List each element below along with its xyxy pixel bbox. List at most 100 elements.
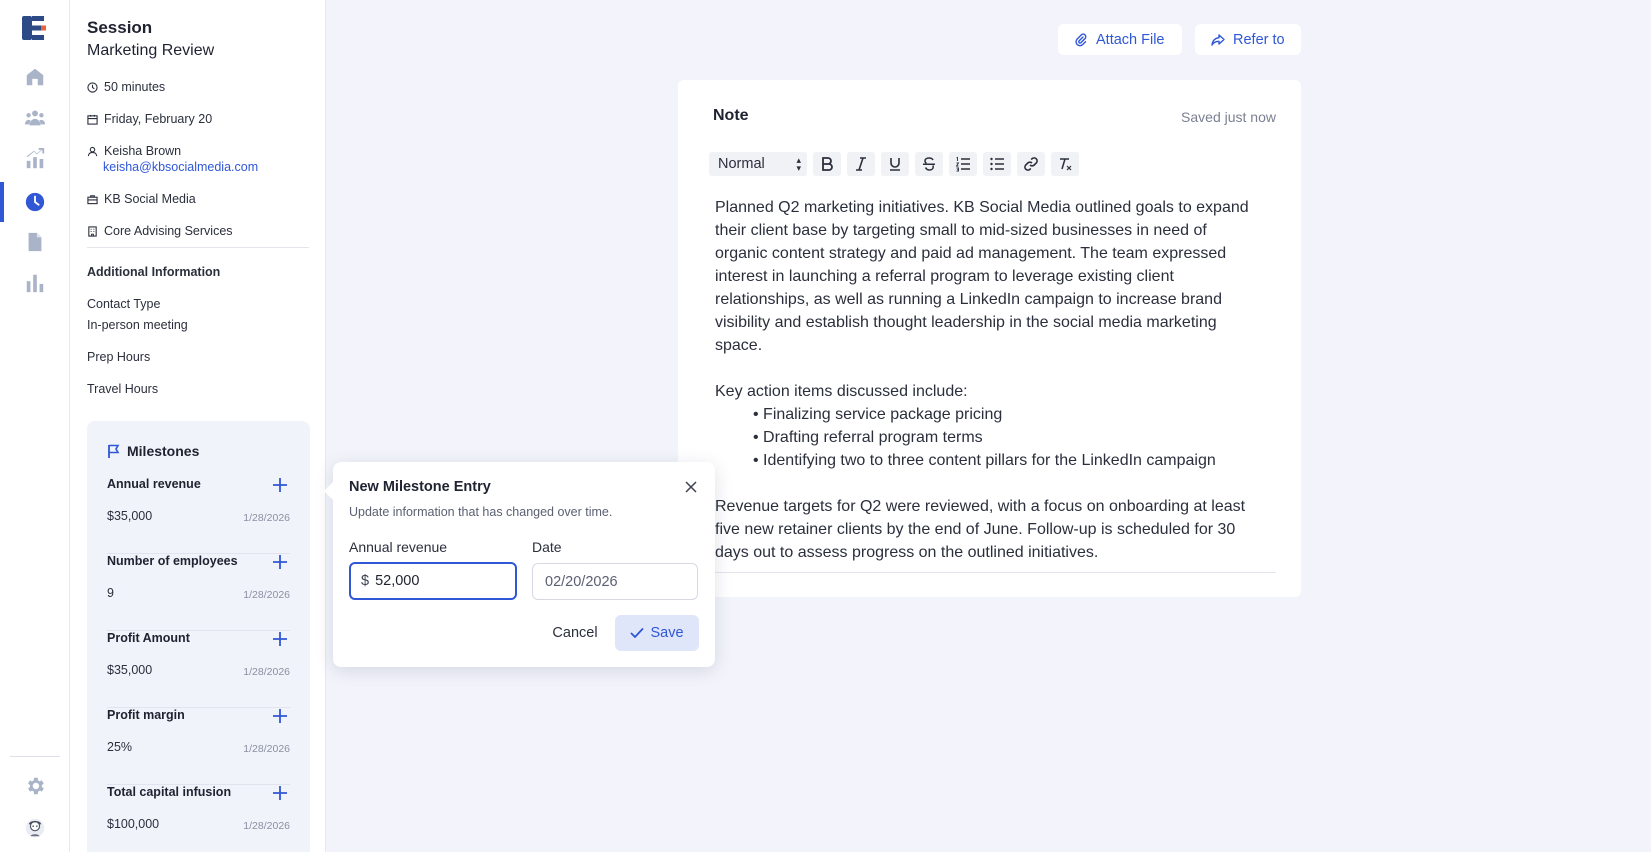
bullet-list-button[interactable] xyxy=(983,152,1011,176)
additional-info-title: Additional Information xyxy=(87,265,221,279)
session-company: KB Social Media xyxy=(87,192,196,206)
prep-hours-label[interactable]: Prep Hours xyxy=(87,350,150,364)
people-icon[interactable] xyxy=(22,105,48,131)
popover-subtitle: Update information that has changed over… xyxy=(349,505,613,519)
note-list-intro: Key action items discussed include: xyxy=(715,383,968,400)
contact-name: Keisha Brown xyxy=(104,144,182,158)
home-icon[interactable] xyxy=(22,64,48,90)
sidebar-divider xyxy=(87,247,309,248)
clock-icon[interactable] xyxy=(22,189,48,215)
add-milestone-button[interactable] xyxy=(270,629,290,649)
session-label: Session xyxy=(87,18,153,37)
rail-divider xyxy=(10,756,60,757)
avatar[interactable] xyxy=(22,815,48,841)
list-item: Identifying two to three content pillars… xyxy=(753,449,1260,472)
link-button[interactable] xyxy=(1017,152,1045,176)
strikethrough-button[interactable] xyxy=(915,152,943,176)
milestones-panel: Milestones Annual revenue $35,000 1/28/2… xyxy=(87,421,310,852)
contact-type-value[interactable]: In-person meeting xyxy=(87,318,188,332)
milestone-name: Number of employees xyxy=(107,554,238,568)
refer-to-label: Refer to xyxy=(1233,31,1285,48)
date-field[interactable] xyxy=(532,563,698,600)
duration-text: 50 minutes xyxy=(104,80,166,94)
add-milestone-button[interactable] xyxy=(270,783,290,803)
icon-rail xyxy=(0,0,70,852)
text-format-value: Normal xyxy=(718,156,765,172)
popover-title: New Milestone Entry xyxy=(349,479,491,495)
share-arrow-icon xyxy=(1211,33,1225,46)
active-nav-indicator xyxy=(0,182,4,222)
person-icon xyxy=(87,146,98,156)
milestone-date: 1/28/2026 xyxy=(243,820,290,832)
note-editor[interactable]: Planned Q2 marketing initiatives. KB Soc… xyxy=(715,196,1260,564)
flag-icon xyxy=(108,444,120,458)
clock-icon xyxy=(87,81,98,93)
currency-symbol: $ xyxy=(361,573,370,589)
gear-icon[interactable] xyxy=(22,773,48,799)
bar-chart-icon[interactable] xyxy=(22,270,48,296)
growth-chart-icon[interactable] xyxy=(22,146,48,172)
app-logo-icon[interactable] xyxy=(20,14,48,42)
ordered-list-button[interactable] xyxy=(949,152,977,176)
close-button[interactable] xyxy=(683,479,699,495)
document-icon[interactable] xyxy=(22,229,48,255)
briefcase-icon xyxy=(87,194,98,204)
amount-field[interactable]: $ xyxy=(349,562,517,600)
contact-email-link[interactable]: keisha@kbsocialmedia.com xyxy=(103,160,258,174)
milestone-date: 1/28/2026 xyxy=(243,512,290,524)
calendar-icon xyxy=(87,114,98,125)
select-caret-icon: ▴ ▾ xyxy=(796,155,801,173)
session-date: Friday, February 20 xyxy=(87,112,212,126)
link-icon xyxy=(1024,157,1038,171)
save-button[interactable]: Save xyxy=(615,615,699,651)
milestone-value: $35,000 xyxy=(107,663,153,677)
popover-pointer xyxy=(324,482,333,500)
amount-label: Annual revenue xyxy=(349,539,448,555)
service-text: Core Advising Services xyxy=(104,224,233,238)
new-milestone-popover: New Milestone Entry Update information t… xyxy=(324,462,715,667)
save-label: Save xyxy=(650,625,684,641)
travel-hours-label[interactable]: Travel Hours xyxy=(87,382,158,396)
italic-icon xyxy=(856,157,866,171)
amount-input[interactable] xyxy=(375,573,496,589)
add-milestone-button[interactable] xyxy=(270,706,290,726)
date-input[interactable] xyxy=(545,573,685,590)
plus-icon xyxy=(273,709,287,723)
note-paragraph: Planned Q2 marketing initiatives. KB Soc… xyxy=(715,199,1249,354)
milestone-value: 25% xyxy=(107,740,133,754)
milestone-name: Annual revenue xyxy=(107,477,201,491)
strikethrough-icon xyxy=(923,157,935,171)
list-item: Finalizing service package pricing xyxy=(753,403,1260,426)
milestone-name: Profit Amount xyxy=(107,631,190,645)
plus-icon xyxy=(273,555,287,569)
milestone-item: Annual revenue $35,000 1/28/2026 xyxy=(107,477,290,554)
italic-button[interactable] xyxy=(847,152,875,176)
refer-to-button[interactable]: Refer to xyxy=(1195,24,1301,55)
note-card: Note Saved just now Normal ▴ ▾ Planned Q2… xyxy=(678,80,1301,597)
attach-file-label: Attach File xyxy=(1096,31,1165,48)
cancel-button[interactable]: Cancel xyxy=(542,615,608,651)
paperclip-icon xyxy=(1075,32,1087,46)
underline-button[interactable] xyxy=(881,152,909,176)
milestone-value: $35,000 xyxy=(107,509,153,523)
note-title: Note xyxy=(713,107,749,124)
clear-format-icon xyxy=(1060,158,1072,171)
milestone-item: Profit margin 25% 1/28/2026 xyxy=(107,708,290,785)
save-status: Saved just now xyxy=(1181,109,1276,125)
session-title: Marketing Review xyxy=(87,42,215,59)
milestone-date: 1/28/2026 xyxy=(243,666,290,678)
milestone-name: Total capital infusion xyxy=(107,785,232,799)
editor-toolbar: Normal ▴ ▾ xyxy=(709,152,1079,176)
session-sidebar: Session Marketing Review 50 minutes Frid… xyxy=(70,0,326,852)
milestone-value: 9 xyxy=(107,586,114,600)
text-format-select[interactable]: Normal ▴ ▾ xyxy=(709,152,807,176)
clear-format-button[interactable] xyxy=(1051,152,1079,176)
milestone-item: Number of employees 9 1/28/2026 xyxy=(107,554,290,631)
add-milestone-button[interactable] xyxy=(270,475,290,495)
milestone-item: Total capital infusion $100,000 1/28/202… xyxy=(107,785,290,852)
bold-button[interactable] xyxy=(813,152,841,176)
session-service: Core Advising Services xyxy=(87,224,233,238)
attach-file-button[interactable]: Attach File xyxy=(1058,24,1182,55)
underline-icon xyxy=(890,158,900,171)
add-milestone-button[interactable] xyxy=(270,552,290,572)
